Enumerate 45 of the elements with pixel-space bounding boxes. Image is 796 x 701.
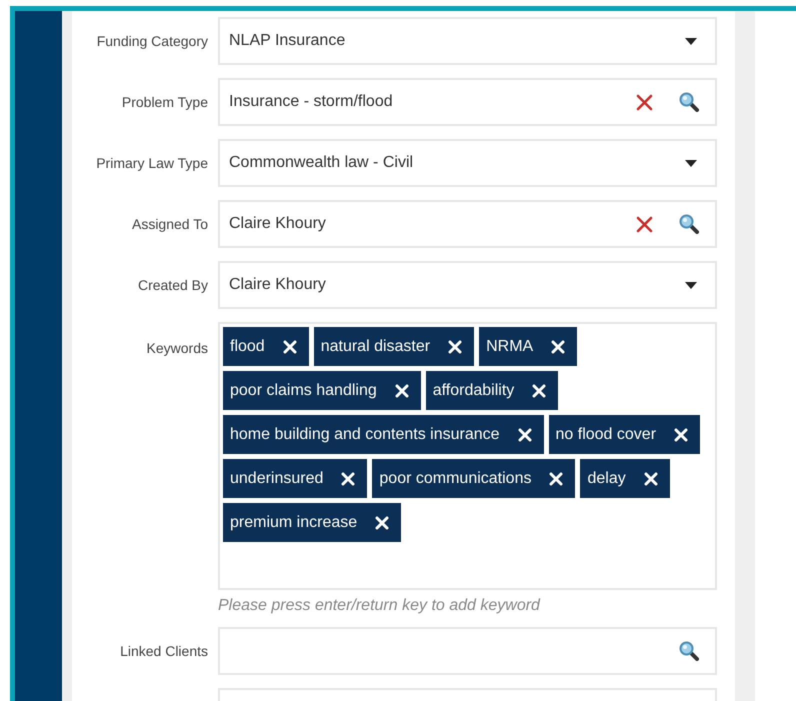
keyword-tag: NRMA — [479, 327, 578, 366]
lookup-field[interactable]: Insurance - storm/flood — [218, 78, 717, 126]
remove-tag-icon[interactable] — [394, 384, 409, 398]
field-label: Created By — [136, 276, 209, 295]
dropdown[interactable]: Commonwealth law - Civil — [218, 139, 717, 187]
clear-icon[interactable] — [636, 216, 653, 232]
field-label: Primary Law Type — [95, 154, 209, 173]
dropdown-caret-icon[interactable] — [685, 282, 697, 288]
keyword-tag: underinsured — [223, 459, 368, 498]
remove-tag-icon[interactable] — [341, 472, 356, 486]
search-icon[interactable] — [679, 641, 699, 661]
search-icon[interactable] — [679, 92, 699, 112]
keyword-tag: no flood cover — [548, 415, 700, 454]
remove-tag-icon[interactable] — [282, 340, 297, 354]
remove-tag-icon[interactable] — [532, 384, 546, 398]
keyword-tag: flood — [223, 327, 309, 366]
field-label: Problem Type — [120, 93, 209, 112]
remove-tag-icon[interactable] — [551, 340, 566, 354]
lookup-field[interactable]: Claire Khoury — [218, 200, 717, 248]
keyword-tag: poor claims handling — [223, 371, 421, 410]
field-label: Assigned To — [130, 215, 209, 234]
keyword-tag: premium increase — [223, 503, 402, 542]
field-label: Keywords — [146, 339, 209, 358]
remove-tag-icon[interactable] — [644, 472, 658, 486]
dropdown-caret-icon[interactable] — [685, 38, 697, 44]
remove-tag-icon[interactable] — [375, 516, 390, 530]
field-label: Funding Category — [96, 32, 209, 51]
lookup-field[interactable] — [218, 627, 717, 675]
remove-tag-icon[interactable] — [448, 340, 462, 354]
keyword-tag: poor communications — [372, 459, 576, 498]
clear-icon[interactable] — [636, 94, 653, 110]
keyword-tag: home building and contents insurance — [223, 415, 544, 454]
keyword-tag: natural disaster — [314, 327, 474, 366]
dropdown[interactable]: NLAP Insurance — [218, 17, 717, 65]
dropdown[interactable]: Claire Khoury — [218, 261, 717, 309]
remove-tag-icon[interactable] — [549, 472, 564, 486]
remove-tag-icon[interactable] — [518, 428, 532, 442]
hint-text: Please press enter/return key to add keyword — [218, 596, 542, 616]
field-label: Linked Clients — [119, 642, 209, 661]
keyword-tag: delay — [580, 459, 670, 498]
keyword-tag: affordability — [426, 371, 558, 410]
remove-tag-icon[interactable] — [674, 428, 688, 442]
search-icon[interactable] — [679, 214, 699, 234]
keywords-field[interactable]: flood natural disaster NRMA poor claims handling affordability home building and contents insurance no flood cover underinsured poor communications delay premium increase — [218, 322, 717, 590]
dropdown-caret-icon[interactable] — [685, 160, 697, 166]
